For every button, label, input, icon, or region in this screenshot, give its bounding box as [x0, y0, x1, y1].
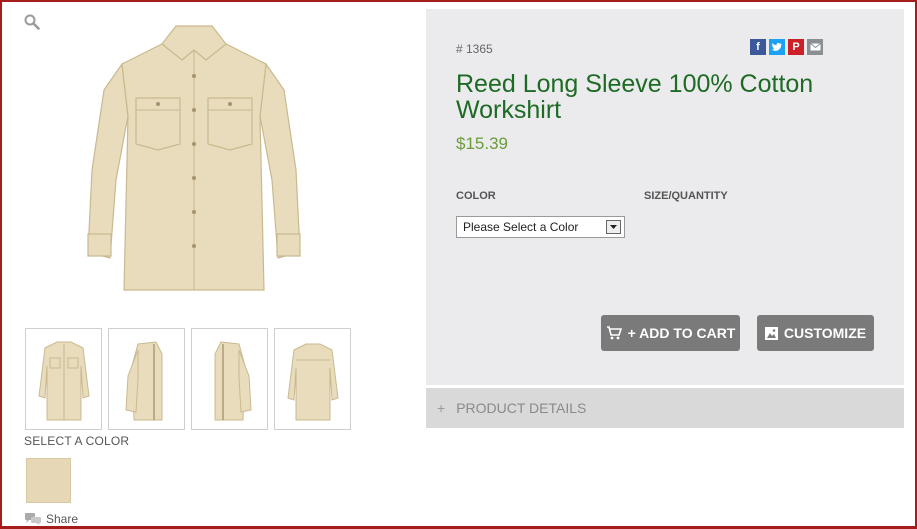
expand-plus-icon: + [437, 400, 446, 416]
color-swatch-khaki[interactable] [26, 458, 71, 503]
product-price: $15.39 [456, 134, 508, 153]
email-icon[interactable] [807, 39, 823, 55]
cart-icon [606, 326, 622, 340]
product-details-toggle[interactable]: + PRODUCT DETAILS [426, 388, 904, 428]
customize-label: CUSTOMIZE [783, 325, 867, 341]
share-button[interactable]: Share [24, 512, 78, 526]
product-sku: # 1365 [456, 42, 493, 56]
facebook-icon[interactable]: f [750, 39, 766, 55]
add-to-cart-button[interactable]: + ADD TO CART [601, 315, 740, 351]
share-label: Share [46, 512, 79, 526]
color-label: COLOR [456, 190, 496, 202]
zoom-icon[interactable] [24, 14, 40, 30]
customize-button[interactable]: CUSTOMIZE [757, 315, 874, 351]
product-title: Reed Long Sleeve 100% Cotton Workshirt [456, 70, 814, 124]
image-icon [764, 326, 778, 340]
twitter-icon[interactable] [769, 39, 785, 55]
product-info-panel: # 1365 f P Reed Long Sleeve 100% Cotton … [426, 9, 904, 385]
share-icon [25, 513, 41, 525]
size-quantity-label: SIZE/QUANTITY [644, 190, 728, 202]
select-color-label: SELECT A COLOR [24, 434, 130, 448]
thumbnail-side-right[interactable] [191, 328, 268, 430]
pinterest-icon[interactable]: P [788, 39, 804, 55]
product-main-image[interactable] [84, 20, 304, 296]
thumbnail-back[interactable] [274, 328, 351, 430]
product-details-label: PRODUCT DETAILS [456, 400, 587, 416]
thumbnail-side-left[interactable] [108, 328, 185, 430]
color-select-value: Please Select a Color [463, 220, 579, 234]
color-select[interactable]: Please Select a Color [456, 216, 625, 238]
add-to-cart-label: + ADD TO CART [627, 325, 736, 341]
social-share-bar: f P [750, 39, 823, 55]
thumbnail-front[interactable] [25, 328, 102, 430]
chevron-down-icon[interactable] [606, 220, 621, 234]
thumbnail-strip [25, 328, 351, 430]
